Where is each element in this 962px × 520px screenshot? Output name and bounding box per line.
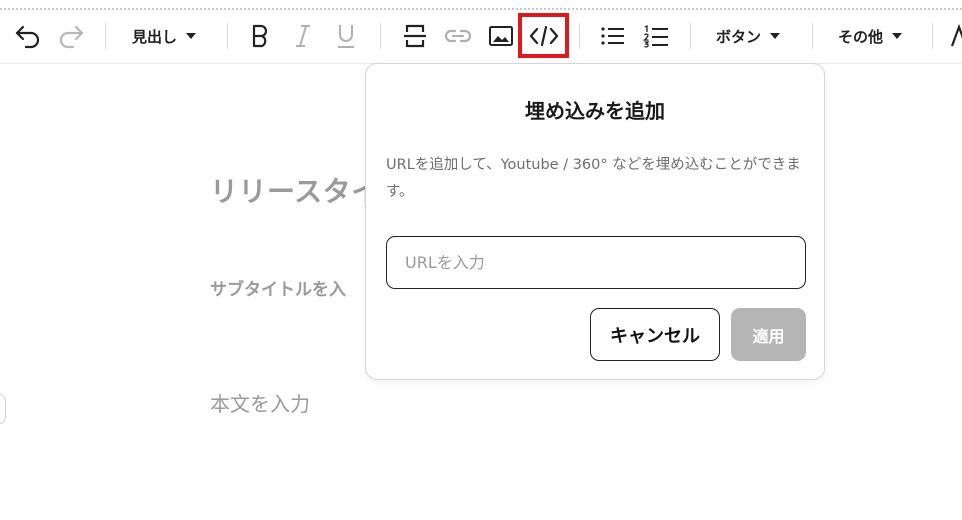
embed-button-highlight (518, 13, 569, 58)
heading-dropdown[interactable]: 見出し (132, 12, 197, 60)
underline-button[interactable] (332, 12, 360, 60)
toolbar-separator (380, 23, 381, 49)
button-dropdown-label: ボタン (716, 27, 762, 46)
link-icon (444, 29, 472, 43)
redo-button[interactable] (55, 12, 87, 60)
top-dotted-border (0, 8, 962, 10)
heading-dropdown-label: 見出し (132, 27, 178, 46)
text-format-icon (950, 24, 962, 47)
italic-button[interactable] (289, 12, 317, 60)
image-button[interactable] (486, 12, 516, 60)
redo-icon (59, 25, 84, 49)
undo-icon (15, 25, 40, 49)
other-dropdown[interactable]: その他 (838, 12, 903, 60)
body-placeholder[interactable]: 本文を入力 (210, 388, 310, 417)
release-title-placeholder[interactable]: リリースタイ (210, 170, 380, 210)
bold-button[interactable] (246, 12, 274, 60)
caret-down-icon (892, 33, 903, 39)
numbered-list-button[interactable] (641, 12, 671, 60)
button-dropdown[interactable]: ボタン (716, 12, 781, 60)
toolbar-separator (227, 23, 228, 49)
italic-icon (296, 25, 310, 47)
caret-down-icon (770, 33, 781, 39)
toolbar-separator (812, 23, 813, 49)
apply-button[interactable]: 適用 (731, 308, 806, 361)
side-handle[interactable] (0, 393, 6, 425)
strikethrough-icon (404, 24, 426, 48)
toolbar-separator (105, 23, 106, 49)
url-input[interactable] (386, 236, 806, 289)
more-toolbar-button[interactable] (950, 12, 962, 60)
strikethrough-button[interactable] (400, 12, 430, 60)
embed-popup: 埋め込みを追加 URLを追加して、Youtube / 360° などを埋め込むこ… (365, 63, 825, 380)
link-button[interactable] (443, 12, 473, 60)
toolbar-separator (932, 23, 933, 49)
numbered-list-icon (643, 24, 668, 48)
bold-icon (252, 24, 268, 48)
other-dropdown-label: その他 (838, 27, 884, 46)
toolbar-separator (690, 23, 691, 49)
cancel-button[interactable]: キャンセル (590, 308, 720, 361)
toolbar-separator (579, 23, 580, 49)
subtitle-placeholder[interactable]: サブタイトルを入 (210, 275, 346, 300)
image-icon (489, 26, 513, 46)
popup-title: 埋め込みを追加 (525, 99, 665, 123)
bullet-list-icon (601, 27, 624, 45)
editor-toolbar: 見出し ボタン その他 (0, 12, 962, 64)
underline-icon (338, 25, 354, 48)
popup-description: URLを追加して、Youtube / 360° などを埋め込むことができます。 (386, 157, 801, 200)
caret-down-icon (186, 33, 197, 39)
undo-button[interactable] (12, 12, 44, 60)
bullet-list-button[interactable] (598, 12, 628, 60)
